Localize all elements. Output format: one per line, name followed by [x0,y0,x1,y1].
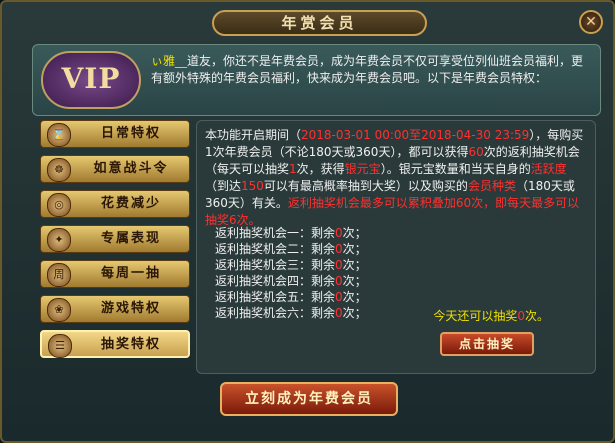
window-title: 年赏会员 [212,10,427,36]
lottery-row: 返利抽奖机会一：剩余0次； [215,225,367,241]
header-panel: VIP ぃ雅__道友，你还不是年费会员，成为年费会员不仅可享受位列仙班会员福利，… [32,44,601,116]
player-name: ぃ雅__ [151,54,188,68]
remain-label: ：剩余 [299,226,336,240]
draw-button[interactable]: 点击抽奖 [440,332,534,356]
lottery-count: 0 [335,242,343,256]
desc-text: 次，获得 [296,162,345,176]
desc-text: 可以有最高概率抽到大奖）以及购买的 [263,179,468,193]
times-label: 次； [342,226,367,240]
lottery-list: 返利抽奖机会一：剩余0次； 返利抽奖机会二：剩余0次； 返利抽奖机会三：剩余0次；返… [215,225,367,321]
sidebar-item-3[interactable]: ✦ 专属表现 [40,225,190,253]
lottery-row: 返利抽奖机会三：剩余0次； [215,257,367,273]
desc-text: ）。银元宝数量和当天自身的 [380,162,531,176]
sidebar-item-label: 抽奖特权 [100,337,161,352]
today-suffix: 次。 [524,309,549,323]
times-label: 次； [342,258,367,272]
today-remaining: 今天还可以抽奖0次。 [433,307,549,324]
description: 本功能开启期间（2018-03-01 00:00至2018-04-30 23:5… [205,127,589,229]
times-label: 次； [342,274,367,288]
lottery-count: 0 [335,226,343,240]
remain-label: ：剩余 [299,274,336,288]
sidebar-item-0[interactable]: ⌛ 日常特权 [40,120,190,148]
desc-text: （到达 [205,179,242,193]
sidebar-item-label: 日常特权 [100,126,161,141]
content-panel: 本功能开启期间（2018-03-01 00:00至2018-04-30 23:5… [196,120,596,374]
sidebar-item-label: 花费减少 [100,196,161,211]
lottery-count: 0 [335,306,343,320]
close-button[interactable]: ✕ [579,10,603,34]
today-prefix: 今天还可以抽奖 [433,309,518,323]
sidebar-item-6[interactable]: ☰ 抽奖特权 [40,330,190,358]
sidebar-item-label: 专属表现 [100,231,161,246]
intro-text: ぃ雅__道友，你还不是年费会员，成为年费会员不仅可享受位列仙班会员福利，更有额外… [151,53,595,87]
lottery-row: 返利抽奖机会四：剩余0次； [215,273,367,289]
remain-label: ：剩余 [299,290,336,304]
sidebar-item-label: 游戏特权 [100,301,161,316]
reward-name: 银元宝 [344,162,381,176]
daily-count: 1 [289,162,297,176]
event-period: 2018-03-01 00:00至2018-04-30 23:59 [301,128,530,142]
vip-badge-icon: VIP [41,51,141,109]
join-vip-button[interactable]: 立刻成为年费会员 [220,382,398,416]
lottery-row: 返利抽奖机会二：剩余0次； [215,241,367,257]
lottery-name: 返利抽奖机会五 [215,290,300,304]
title-bar: 年赏会员 ✕ [12,6,603,40]
sidebar-item-5[interactable]: ❀ 游戏特权 [40,295,190,323]
sidebar-item-2[interactable]: ◎ 花费减少 [40,190,190,218]
weekly-icon: 周 [47,263,71,287]
sidebar-item-label: 每周一抽 [100,266,161,281]
aura-icon: ✦ [47,228,71,252]
sidebar-item-label: 如意战斗令 [93,161,169,176]
scroll-icon: ☰ [48,334,72,358]
remain-label: ：剩余 [299,258,336,272]
lottery-name: 返利抽奖机会四 [215,274,300,288]
lottery-row: 返利抽奖机会六：剩余0次； [215,305,367,321]
ingot-icon: ◎ [47,193,71,217]
desc-text: 本功能开启期间（ [205,128,302,142]
lottery-name: 返利抽奖机会六 [215,306,300,320]
sidebar-item-4[interactable]: 周 每周一抽 [40,260,190,288]
lottery-count: 0 [335,258,343,272]
member-type: 会员种类 [467,179,516,193]
lottery-row: 返利抽奖机会五：剩余0次； [215,289,367,305]
times-label: 次； [342,306,367,320]
lottery-name: 返利抽奖机会一 [215,226,300,240]
mask-icon: ☸ [47,158,71,182]
chance-count: 60 [468,145,484,159]
remain-label: ：剩余 [299,242,336,256]
activity-value: 150 [241,179,264,193]
game-icon: ❀ [47,298,71,322]
intro-message: 道友，你还不是年费会员，成为年费会员不仅可享受位列仙班会员福利，更有额外特殊的年… [151,54,584,85]
lottery-name: 返利抽奖机会二 [215,242,300,256]
hourglass-icon: ⌛ [47,123,71,147]
lottery-name: 返利抽奖机会三 [215,258,300,272]
remain-label: ：剩余 [299,306,336,320]
vip-window: 年赏会员 ✕ VIP ぃ雅__道友，你还不是年费会员，成为年费会员不仅可享受位列… [0,0,615,443]
sidebar-item-1[interactable]: ☸ 如意战斗令 [40,155,190,183]
activity-label: 活跃度 [530,162,567,176]
times-label: 次； [342,290,367,304]
lottery-count: 0 [335,274,343,288]
today-count: 0 [517,309,525,323]
privilege-sidebar: ⌛ 日常特权 ☸ 如意战斗令 ◎ 花费减少 ✦ 专属表现周 每周一抽 ❀ 游戏特权 ☰ 抽奖特权 [40,120,190,365]
lottery-count: 0 [335,290,343,304]
times-label: 次； [342,242,367,256]
